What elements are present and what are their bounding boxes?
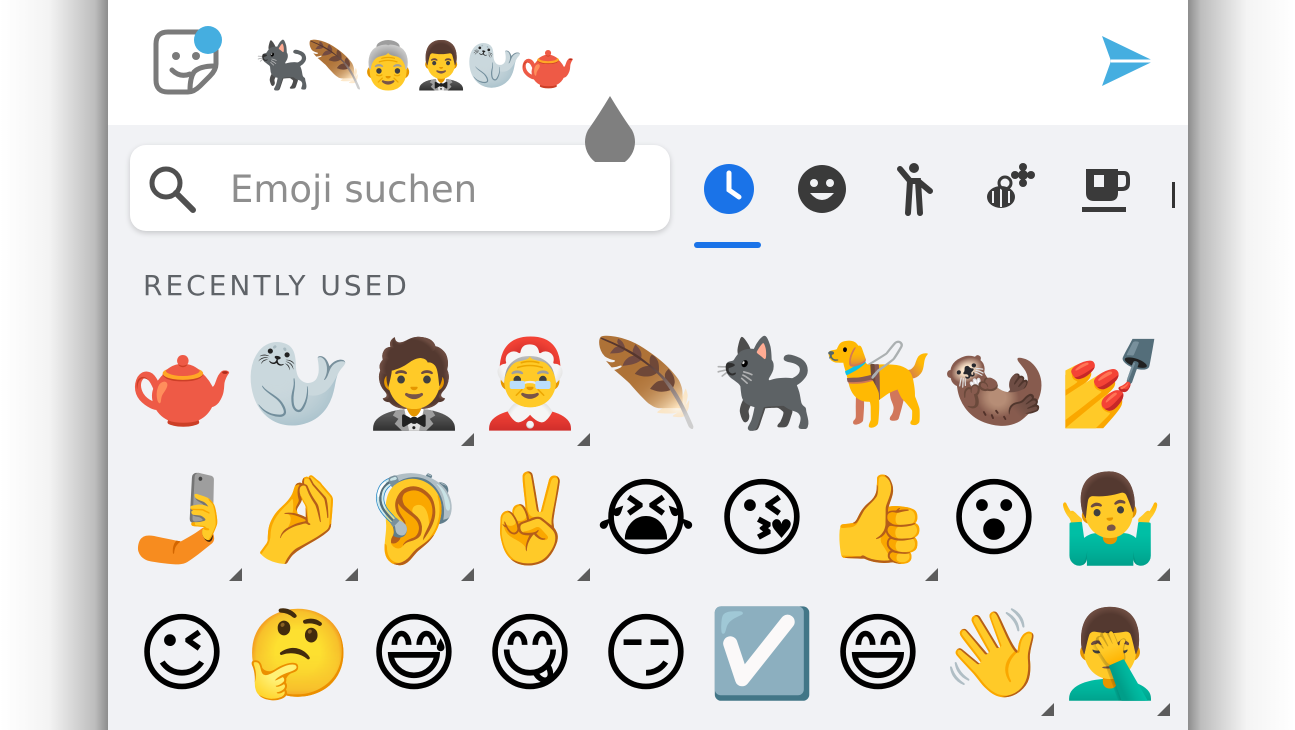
emoji-glyph: ☑️ (708, 604, 816, 704)
emoji-key[interactable]: 👋 (940, 598, 1054, 716)
emoji-glyph: 🤌 (244, 469, 352, 569)
emoji-key[interactable]: 🦻 (360, 463, 474, 581)
emoji-glyph: 🫖 (128, 334, 236, 434)
emoji-key[interactable]: 🫖 (128, 328, 236, 440)
message-input[interactable]: 🐈‍⬛🪶👵🤵‍♂️🦭🫖 (253, 30, 577, 100)
clock-icon (704, 164, 754, 214)
emoji-glyph: 🦮 (824, 334, 932, 434)
emoji-glyph: 🦭 (244, 334, 352, 434)
skin-tone-variants-indicator (577, 568, 590, 581)
emoji-glyph: 😅 (369, 604, 459, 704)
emoji-key[interactable]: 🤵 (360, 328, 474, 446)
emoji-key[interactable]: 🤷‍♂️ (1056, 463, 1170, 581)
emoji-key[interactable]: 😭 (592, 463, 700, 575)
skin-tone-variants-indicator (1157, 433, 1170, 446)
emoji-key[interactable]: 😉 (128, 598, 236, 710)
emoji-glyph: 🐈‍⬛ (708, 334, 816, 434)
emoji-key[interactable]: 🤳 (128, 463, 242, 581)
emoji-glyph: 🤔 (244, 604, 352, 704)
emoji-key[interactable]: ✌️ (476, 463, 590, 581)
skin-tone-variants-indicator (461, 568, 474, 581)
skin-tone-variants-indicator (1041, 703, 1054, 716)
emoji-key[interactable]: 👍 (824, 463, 938, 581)
search-icon (149, 166, 196, 213)
emoji-glyph: 🤵 (360, 334, 468, 434)
emoji-glyph: 🤷‍♂️ (1056, 469, 1164, 569)
section-title: RECENTLY USED (143, 269, 410, 302)
emoji-glyph: 😉 (137, 604, 227, 704)
emoji-glyph: 🦦 (940, 334, 1048, 434)
skin-tone-variants-indicator (1157, 703, 1170, 716)
emoji-glyph: 😭 (595, 469, 697, 569)
emoji-glyph: 😮 (949, 469, 1039, 569)
emoji-key[interactable]: 🐈‍⬛ (708, 328, 816, 440)
emoji-glyph: 🦻 (360, 469, 468, 569)
send-icon (1102, 36, 1154, 86)
skin-tone-variants-indicator (577, 433, 590, 446)
emoji-key[interactable]: 🤦‍♂️ (1056, 598, 1170, 716)
tab-recent[interactable] (701, 161, 757, 217)
emoji-panel: RECENTLY USED 🫖🦭🤵🤶🪶🐈‍⬛🦮🦦💅 🤳🤌🦻✌️😭😘👍😮🤷‍♂️ 😉🤔… (108, 125, 1188, 730)
emoji-key[interactable]: 😅 (360, 598, 468, 710)
emoji-key[interactable]: 🤌 (244, 463, 358, 581)
tab-smileys[interactable] (794, 161, 850, 217)
emoji-glyph: 😘 (717, 469, 807, 569)
emoji-key[interactable]: 🤶 (476, 328, 590, 446)
skin-tone-variants-indicator (1157, 568, 1170, 581)
notification-dot (194, 26, 222, 54)
skin-tone-variants-indicator (345, 568, 358, 581)
emoji-key[interactable]: 💅 (1056, 328, 1170, 446)
emoji-glyph: 😏 (601, 604, 691, 704)
tab-nature[interactable] (981, 161, 1037, 217)
emoji-key[interactable]: 🦮 (824, 328, 932, 440)
emoji-glyph: 👋 (940, 604, 1048, 704)
tab-overflow-edge (1172, 182, 1175, 208)
emoji-key[interactable]: 🪶 (592, 328, 700, 440)
skin-tone-variants-indicator (229, 568, 242, 581)
emoji-key[interactable]: 😄 (824, 598, 932, 710)
emoji-key[interactable]: 😘 (708, 463, 816, 575)
emoji-glyph: 🪶 (592, 334, 700, 434)
person-icon (897, 163, 933, 216)
emoji-key[interactable]: 🦭 (244, 328, 352, 440)
left-shadow (0, 0, 108, 730)
emoji-glyph: 🤶 (476, 334, 584, 434)
emoji-key[interactable]: 😏 (592, 598, 700, 710)
cup-icon (1082, 169, 1130, 212)
right-shadow (1188, 0, 1295, 730)
emoji-glyph: 😋 (485, 604, 575, 704)
send-button[interactable] (1098, 32, 1156, 90)
smiley-face-icon (798, 165, 846, 213)
emoji-glyph: 🤦‍♂️ (1056, 604, 1164, 704)
emoji-glyph: ✌️ (476, 469, 584, 569)
tab-food[interactable] (1078, 161, 1134, 217)
skin-tone-variants-indicator (461, 433, 474, 446)
active-tab-indicator (694, 242, 761, 248)
emoji-key[interactable]: ☑️ (708, 598, 816, 710)
text-cursor-handle[interactable] (582, 94, 638, 162)
flower-bee-icon (987, 163, 1035, 208)
emoji-glyph: 😄 (833, 604, 923, 704)
emoji-search-input[interactable] (228, 159, 652, 219)
emoji-key[interactable]: 😋 (476, 598, 584, 710)
app-screen: 🐈‍⬛🪶👵🤵‍♂️🦭🫖 (108, 0, 1188, 730)
emoji-glyph: 💅 (1056, 334, 1164, 434)
compose-bar: 🐈‍⬛🪶👵🤵‍♂️🦭🫖 (108, 0, 1188, 125)
emoji-glyph: 👍 (824, 469, 932, 569)
skin-tone-variants-indicator (925, 568, 938, 581)
emoji-glyph: 🤳 (128, 469, 236, 569)
emoji-key[interactable]: 😮 (940, 463, 1048, 575)
tab-people[interactable] (888, 161, 944, 217)
emoji-key[interactable]: 🦦 (940, 328, 1048, 440)
emoji-key[interactable]: 🤔 (244, 598, 352, 710)
